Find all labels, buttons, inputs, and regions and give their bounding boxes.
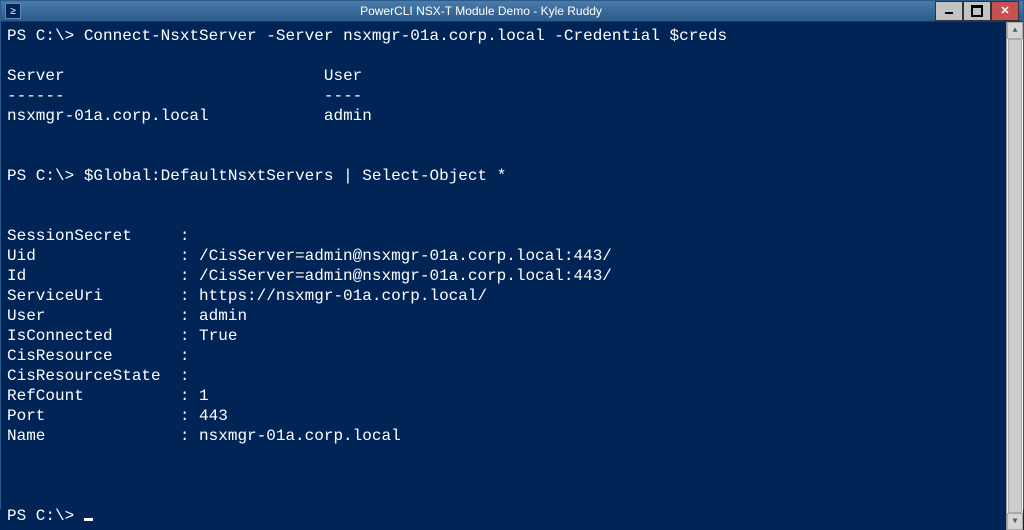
val-user-detail: admin [199, 307, 247, 325]
val-isconnected: True [199, 327, 237, 345]
label-cisresource: CisResource [7, 346, 180, 366]
minimize-button[interactable] [935, 1, 963, 21]
cursor [84, 518, 93, 521]
label-port: Port [7, 406, 180, 426]
val-user: admin [324, 107, 372, 125]
val-id: /CisServer=admin@nsxmgr-01a.corp.local:4… [199, 267, 612, 285]
scroll-up-icon[interactable]: ▲ [1007, 22, 1023, 39]
titlebar[interactable]: ≥ PowerCLI NSX-T Module Demo - Kyle Rudd… [1, 1, 1023, 22]
label-id: Id [7, 266, 180, 286]
powershell-window: ≥ PowerCLI NSX-T Module Demo - Kyle Rudd… [0, 0, 1024, 509]
val-refcount: 1 [199, 387, 209, 405]
label-user: User [7, 306, 180, 326]
window-title: PowerCLI NSX-T Module Demo - Kyle Ruddy [27, 4, 935, 18]
command-1: Connect-NsxtServer -Server nsxmgr-01a.co… [84, 27, 727, 45]
scroll-thumb[interactable] [1008, 39, 1022, 513]
app-icon: ≥ [5, 3, 21, 19]
col-dash-user: ---- [324, 87, 362, 105]
scrollbar[interactable]: ▲ ▼ [1006, 22, 1023, 530]
val-serviceuri: https://nsxmgr-01a.corp.local/ [199, 287, 487, 305]
label-refcount: RefCount [7, 386, 180, 406]
val-uid: /CisServer=admin@nsxmgr-01a.corp.local:4… [199, 247, 612, 265]
val-port: 443 [199, 407, 228, 425]
prompt: PS C:\> [7, 167, 74, 185]
label-serviceuri: ServiceUri [7, 286, 180, 306]
prompt: PS C:\> [7, 27, 74, 45]
label-sessionsecret: SessionSecret [7, 226, 180, 246]
terminal-output[interactable]: PS C:\> Connect-NsxtServer -Server nsxmg… [1, 22, 1006, 530]
command-2: $Global:DefaultNsxtServers | Select-Obje… [84, 167, 506, 185]
window-controls [935, 1, 1019, 21]
col-header-user: User [324, 67, 362, 85]
label-cisresourcestate: CisResourceState [7, 366, 180, 386]
col-dash-server: ------ [7, 87, 65, 105]
scroll-down-icon[interactable]: ▼ [1007, 513, 1023, 530]
terminal-container: PS C:\> Connect-NsxtServer -Server nsxmg… [1, 22, 1023, 530]
scroll-track[interactable] [1007, 39, 1023, 513]
val-server: nsxmgr-01a.corp.local [7, 107, 209, 125]
close-button[interactable] [991, 1, 1019, 21]
label-isconnected: IsConnected [7, 326, 180, 346]
maximize-button[interactable] [963, 1, 991, 21]
label-uid: Uid [7, 246, 180, 266]
prompt: PS C:\> [7, 507, 74, 525]
label-name: Name [7, 426, 180, 446]
col-header-server: Server [7, 67, 65, 85]
val-name: nsxmgr-01a.corp.local [199, 427, 401, 445]
